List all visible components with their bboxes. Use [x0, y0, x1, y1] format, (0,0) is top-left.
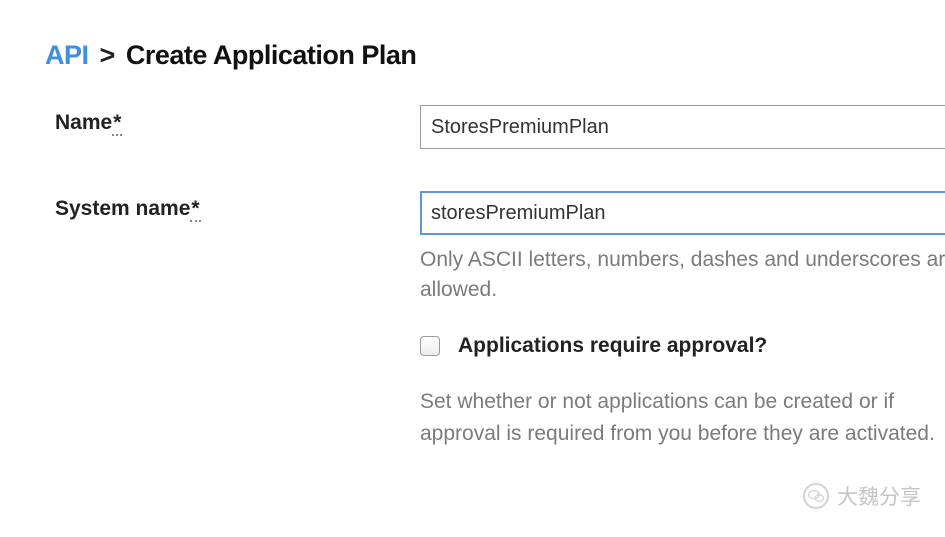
system-name-hint: Only ASCII letters, numbers, dashes and …	[420, 245, 945, 306]
wechat-icon	[803, 483, 829, 509]
name-label: Name*	[55, 111, 122, 136]
breadcrumb-root-link[interactable]: API	[45, 40, 89, 70]
system-name-label: System name*	[55, 197, 201, 222]
system-name-label-text: System name	[55, 197, 190, 220]
approval-checkbox[interactable]	[420, 336, 440, 356]
name-required-mark: *	[112, 111, 122, 136]
watermark-text: 大魏分享	[837, 481, 921, 511]
breadcrumb: API > Create Application Plan	[45, 40, 945, 71]
name-input[interactable]	[420, 105, 945, 149]
watermark: 大魏分享	[803, 481, 921, 511]
approval-checkbox-label: Applications require approval?	[458, 334, 767, 358]
form-row-name: Name*	[45, 105, 945, 149]
breadcrumb-separator: >	[100, 40, 115, 70]
form-row-system-name: System name* Only ASCII letters, numbers…	[45, 191, 945, 451]
approval-checkbox-row: Applications require approval?	[420, 334, 945, 358]
system-name-required-mark: *	[190, 197, 200, 222]
breadcrumb-current: Create Application Plan	[126, 40, 417, 70]
system-name-input[interactable]	[420, 191, 945, 235]
name-label-text: Name	[55, 111, 112, 134]
approval-description: Set whether or not applications can be c…	[420, 386, 945, 451]
